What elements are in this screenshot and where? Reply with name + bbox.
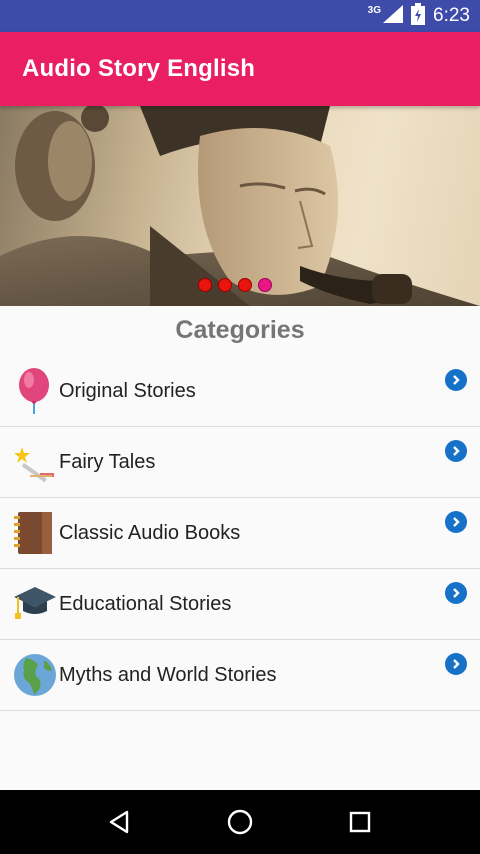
chevron-right-icon[interactable] — [445, 582, 467, 604]
home-icon[interactable] — [220, 802, 260, 842]
list-item-educational-stories[interactable]: Educational Stories — [0, 569, 480, 640]
app-bar: Audio Story English — [0, 32, 480, 106]
slider-indicator — [198, 278, 272, 292]
section-title: Categories — [175, 316, 305, 344]
list-item-label: Educational Stories — [59, 593, 232, 615]
graduation-cap-icon — [12, 581, 58, 627]
signal-icon — [383, 4, 404, 28]
battery-icon — [411, 2, 426, 30]
balloon-icon — [12, 368, 58, 414]
list-item-label: Myths and World Stories — [59, 664, 277, 686]
banner-image — [0, 106, 480, 306]
list-item-label: Classic Audio Books — [59, 522, 241, 544]
list-item-label: Fairy Tales — [59, 451, 156, 473]
slider-dot[interactable] — [198, 278, 212, 292]
banner-slider[interactable] — [0, 106, 480, 306]
magic-wand-icon — [12, 439, 58, 485]
list-item-fairy-tales[interactable]: Fairy Tales — [0, 427, 480, 498]
category-list: Original Stories Fairy Tales Classic Aud… — [0, 356, 480, 711]
chevron-right-icon[interactable] — [445, 653, 467, 675]
app-title: Audio Story English — [22, 55, 256, 82]
slider-dot[interactable] — [218, 278, 232, 292]
back-icon[interactable] — [100, 802, 140, 842]
slider-dot[interactable] — [238, 278, 252, 292]
status-bar: 3G 6:23 — [0, 0, 480, 32]
slider-dot-active[interactable] — [258, 278, 272, 292]
chevron-right-icon[interactable] — [445, 369, 467, 391]
list-item-original-stories[interactable]: Original Stories — [0, 356, 480, 427]
chevron-right-icon[interactable] — [445, 511, 467, 533]
list-item-label: Original Stories — [59, 380, 196, 402]
globe-icon — [12, 652, 58, 698]
book-icon — [12, 510, 58, 556]
recents-icon[interactable] — [340, 802, 380, 842]
system-nav-bar — [0, 790, 480, 854]
list-item-classic-audio-books[interactable]: Classic Audio Books — [0, 498, 480, 569]
network-type-label: 3G — [367, 4, 382, 16]
list-item-myths-and-world-stories[interactable]: Myths and World Stories — [0, 640, 480, 711]
chevron-right-icon[interactable] — [445, 440, 467, 462]
clock: 6:23 — [433, 5, 470, 26]
